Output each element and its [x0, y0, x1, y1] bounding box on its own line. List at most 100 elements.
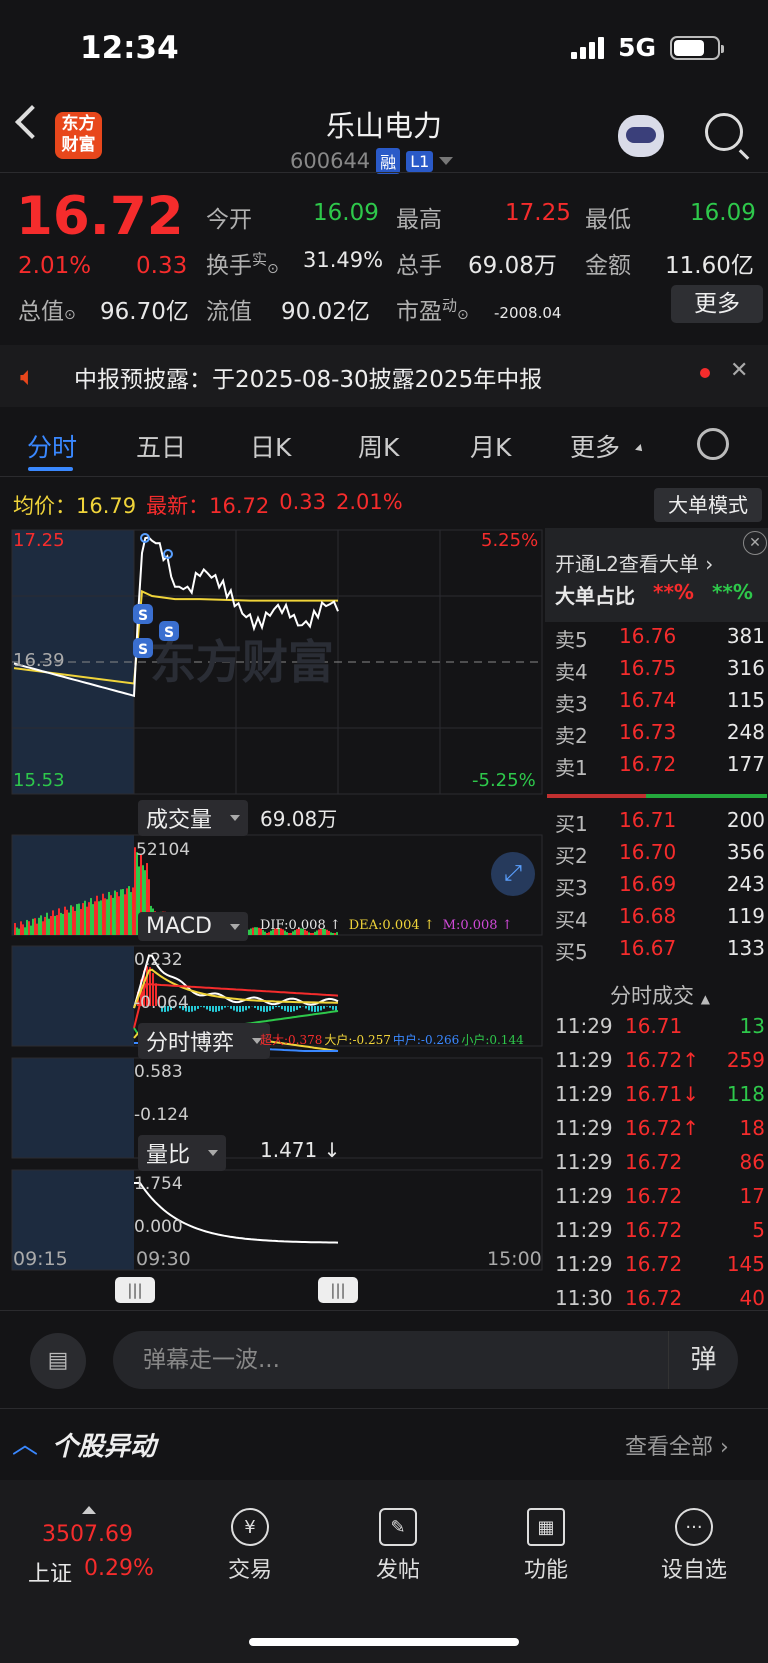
volume-bar — [74, 910, 76, 935]
price-info-line: 均价：16.79 最新：16.72 0.33 2.01% — [13, 490, 403, 518]
volume-bar — [100, 900, 102, 935]
volume-label: 总手 — [396, 253, 442, 279]
macd-bar — [194, 1006, 196, 1011]
turnover-value: 31.49% — [303, 248, 384, 272]
big-order-mode-button[interactable]: 大单模式 — [654, 488, 762, 522]
volume-bar — [20, 921, 22, 935]
ask-row: 卖3 16.74 115 — [555, 688, 765, 720]
pe-value: -2008.04 — [494, 304, 562, 322]
low-value: 16.09 — [690, 200, 756, 226]
macd-indicator-select[interactable]: MACD — [138, 912, 248, 941]
l2-banner-text[interactable]: 开通L2查看大单 › — [555, 548, 713, 577]
amount-label: 金额 — [585, 253, 631, 279]
macd-bar — [326, 1006, 328, 1007]
volume-bar — [30, 925, 32, 935]
tab-yuek[interactable]: 月K — [470, 428, 511, 464]
nav-trade[interactable]: ¥ 交易 — [200, 1508, 300, 1584]
ask-row: 卖1 16.72 177 — [555, 752, 765, 784]
ask-row-label: 卖1 — [555, 756, 588, 780]
macd-bar — [317, 1006, 319, 1012]
time-open: 09:30 — [136, 1248, 191, 1270]
volume-indicator-select[interactable]: 成交量 — [138, 800, 249, 836]
ticks-title[interactable]: 分时成交 ▲ — [610, 980, 710, 1010]
volume-bar — [128, 886, 130, 935]
network-label: 5G — [618, 33, 656, 62]
volume-bar — [312, 933, 314, 935]
more-dots-icon: ··· — [675, 1508, 713, 1546]
signal-icon — [571, 36, 605, 59]
volume-bar — [78, 903, 80, 935]
bid-row-label: 买5 — [555, 940, 588, 964]
game-values: 超大:0.378 大户:-0.257 中户:-0.266 小户:0.144 — [260, 1033, 524, 1047]
mcap-value: 96.70亿 — [100, 299, 189, 325]
close-icon[interactable]: ✕ — [743, 531, 767, 555]
tick-qty: 259 — [726, 1048, 765, 1072]
tick-price: 16.72↑ — [625, 1116, 700, 1140]
more-button[interactable]: 更多 — [671, 285, 763, 323]
macd-bar — [311, 1006, 313, 1012]
tick-row: 11:29 16.71↓ 118 — [555, 1082, 765, 1114]
tab-zhouk[interactable]: 周K — [358, 428, 399, 464]
volume-bar — [134, 847, 136, 935]
scroll-handle-left[interactable]: ||| — [115, 1277, 155, 1303]
search-icon[interactable] — [705, 113, 743, 151]
macd-bar — [245, 1006, 247, 1011]
macd-bar — [296, 1006, 298, 1010]
volume-bar — [70, 905, 72, 935]
nav-function[interactable]: ▦ 功能 — [496, 1508, 596, 1584]
volume-bar — [44, 916, 46, 935]
time-start: 09:15 — [13, 1248, 68, 1270]
game-indicator-select[interactable]: 分时博弈 — [138, 1023, 271, 1059]
yen-icon: ¥ — [231, 1508, 269, 1546]
volume-bar — [332, 933, 334, 935]
tick-time: 11:29 — [555, 1048, 613, 1072]
mcap-label: 总值⊙ — [18, 299, 76, 325]
danmu-settings-icon[interactable]: ▤ — [30, 1333, 86, 1389]
danmu-send-button[interactable]: 弹 — [668, 1331, 738, 1389]
tab-rik[interactable]: 日K — [250, 428, 291, 464]
scroll-handle-right[interactable]: ||| — [318, 1277, 358, 1303]
unread-dot-icon — [700, 368, 710, 378]
chevron-down-icon — [439, 157, 454, 165]
macd-bar — [254, 1006, 256, 1008]
macd-bar — [218, 1006, 220, 1012]
index-info[interactable]: 上证 0.29% — [28, 1556, 154, 1588]
volume-bar — [94, 901, 96, 935]
volume-bar — [16, 927, 18, 935]
view-all-link[interactable]: 查看全部 › — [625, 1429, 729, 1461]
nav-watchlist[interactable]: ··· 设自选 — [644, 1508, 744, 1584]
close-icon[interactable]: ✕ — [730, 358, 748, 383]
stock-code-row[interactable]: 600644 融 L1 — [290, 148, 454, 174]
danmu-input[interactable]: 弹幕走一波... — [113, 1331, 738, 1389]
tab-wuri[interactable]: 五日 — [136, 428, 186, 464]
ask-row-label: 卖4 — [555, 660, 588, 684]
bid-row-label: 买1 — [555, 812, 588, 836]
volume-ratio-select[interactable]: 量比 — [138, 1135, 227, 1171]
volume-bar — [76, 904, 78, 935]
tick-qty: 17 — [739, 1184, 765, 1208]
volume-bar — [60, 912, 62, 935]
volume-bar — [96, 895, 98, 935]
collapse-icon[interactable]: ︿ — [12, 1424, 38, 1461]
tick-time: 11:29 — [555, 1184, 613, 1208]
ask-row-qty: 316 — [726, 656, 765, 680]
robot-assistant-icon[interactable] — [618, 115, 664, 157]
macd-bar — [263, 1006, 265, 1012]
bid-row: 买1 16.71 200 — [555, 808, 765, 840]
settings-gear-icon[interactable] — [697, 428, 729, 460]
volume-bar — [62, 913, 64, 935]
volume-bar — [34, 918, 36, 935]
tab-more[interactable]: 更多 — [570, 428, 620, 464]
high-label: 最高 — [396, 207, 442, 233]
expand-icon[interactable]: ⤢ — [491, 852, 535, 896]
macd-bar — [227, 1006, 229, 1007]
high-value: 17.25 — [505, 200, 571, 226]
volume-bar — [32, 918, 34, 935]
macd-bar — [314, 1006, 316, 1012]
macd-bar — [200, 1006, 202, 1007]
index-value[interactable]: 3507.69 — [42, 1522, 133, 1547]
volume-bar — [288, 933, 290, 935]
nav-post[interactable]: ✎ 发帖 — [348, 1508, 448, 1584]
macd-bar — [305, 1006, 307, 1009]
tab-fenshi[interactable]: 分时 — [27, 428, 77, 464]
